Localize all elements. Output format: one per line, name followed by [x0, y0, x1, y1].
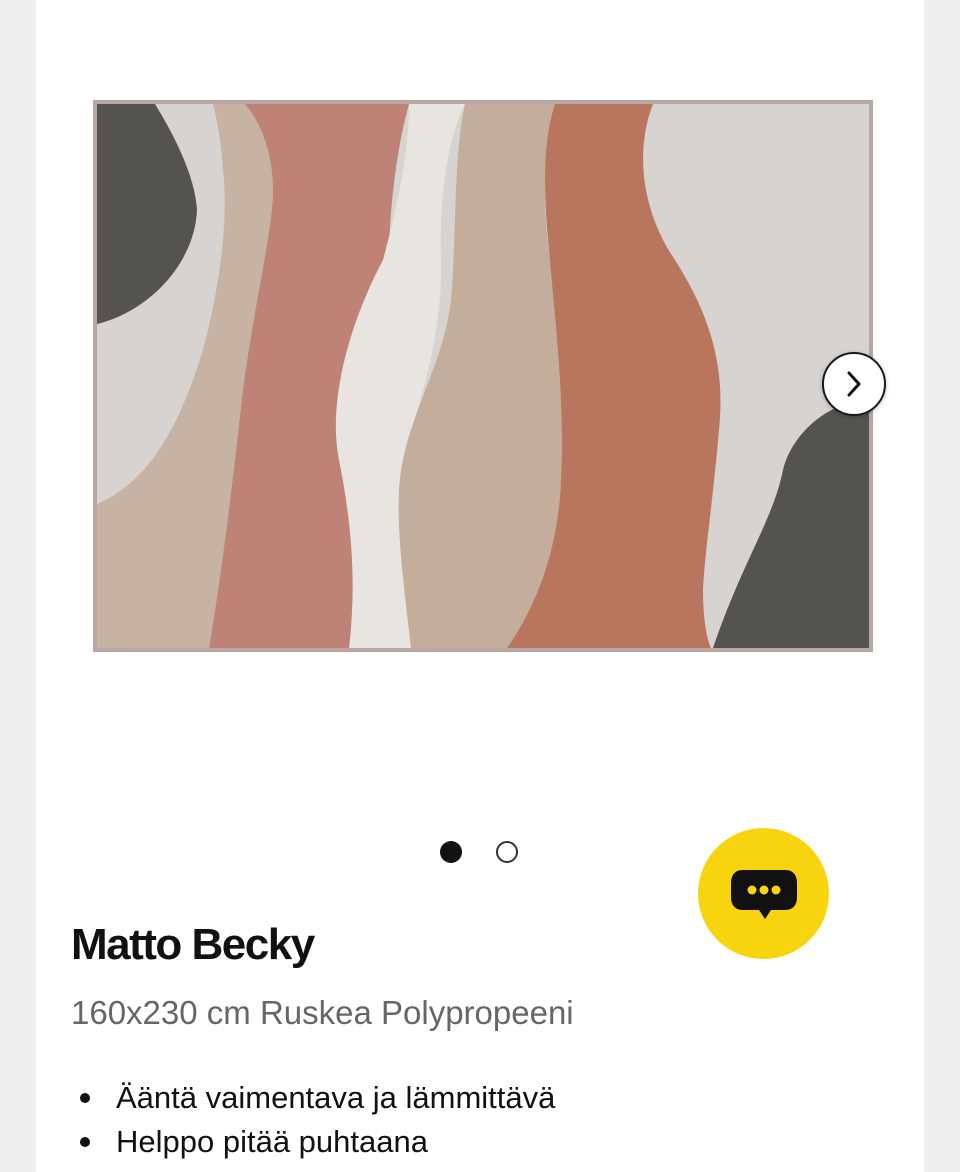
product-page: Matto Becky 160x230 cm Ruskea Polypropee…	[36, 0, 924, 1172]
product-image-gallery[interactable]	[36, 0, 924, 820]
product-image	[93, 100, 873, 652]
product-title: Matto Becky	[71, 920, 315, 969]
feature-list: Ääntä vaimentava ja lämmittävä Helppo pi…	[70, 1076, 555, 1164]
bullet-icon	[80, 1093, 90, 1103]
gallery-dot-2[interactable]	[496, 841, 518, 863]
feature-text: Helppo pitää puhtaana	[116, 1124, 428, 1159]
chat-bubble-icon	[730, 869, 797, 919]
feature-text: Ääntä vaimentava ja lämmittävä	[116, 1080, 556, 1115]
bullet-icon	[80, 1137, 90, 1147]
gallery-pagination	[440, 841, 518, 863]
feature-item: Helppo pitää puhtaana	[70, 1120, 555, 1164]
chevron-right-icon	[847, 371, 861, 397]
gallery-dot-1[interactable]	[440, 841, 462, 863]
chat-button[interactable]	[698, 828, 829, 959]
product-description: 160x230 cm Ruskea Polypropeeni	[71, 994, 574, 1031]
next-image-button[interactable]	[822, 352, 886, 416]
feature-item: Ääntä vaimentava ja lämmittävä	[70, 1076, 555, 1120]
